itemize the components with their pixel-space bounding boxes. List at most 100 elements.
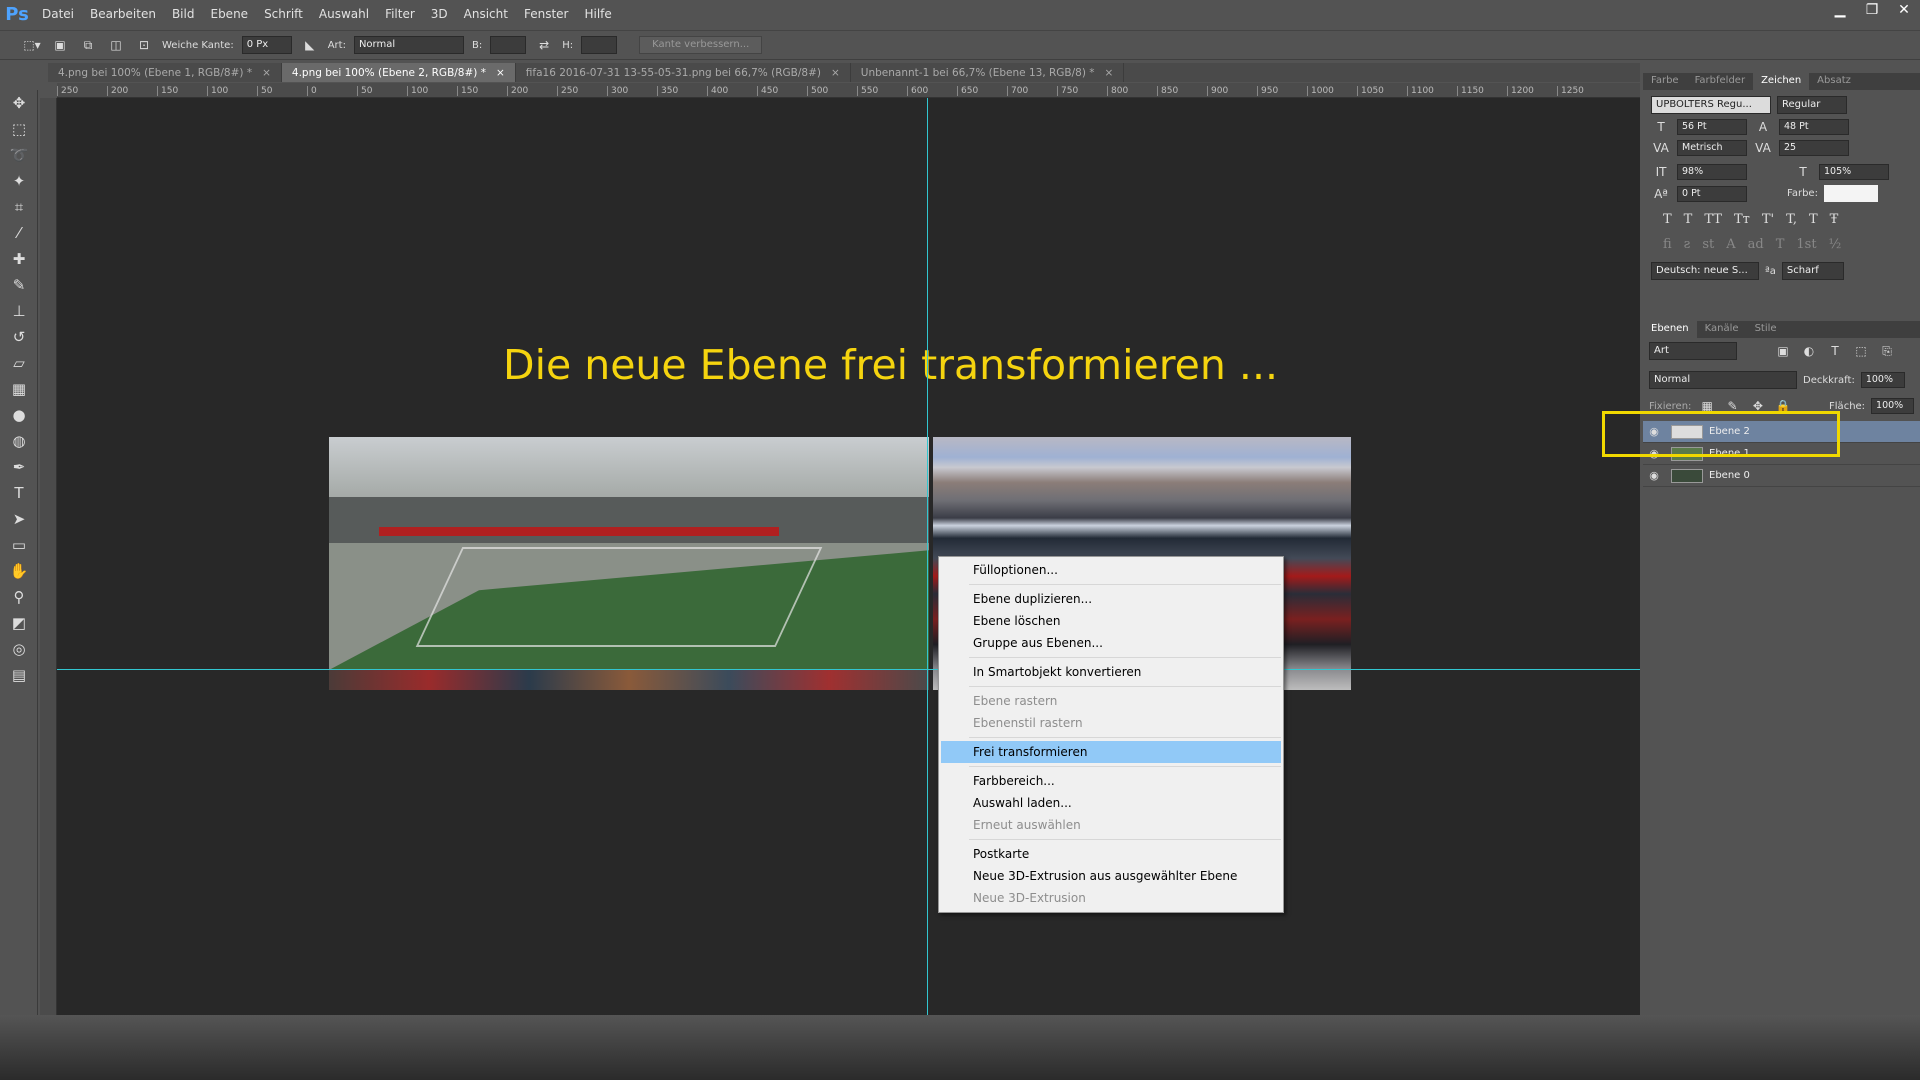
tab-doc-4[interactable]: Unbenannt-1 bei 66,7% (Ebene 13, RGB/8) … [851,63,1125,82]
subscript-button[interactable]: T, [1786,212,1797,227]
superscript-button[interactable]: T' [1762,212,1774,227]
language-select[interactable]: Deutsch: neue S... [1651,262,1759,280]
screen-mode-icon[interactable]: ▤ [0,662,38,688]
text-color-swatch[interactable] [1823,185,1878,202]
brush-tool-icon[interactable]: ✎ [0,272,38,298]
all-caps-button[interactable]: TT [1704,212,1722,227]
magic-wand-icon[interactable]: ✦ [0,168,38,194]
context-menu-item[interactable]: Neue 3D-Extrusion aus ausgewählter Ebene [939,865,1283,887]
shape-tool-icon[interactable]: ▭ [0,532,38,558]
menu-fenster[interactable]: Fenster [516,0,577,28]
feather-input[interactable]: 0 Px [241,36,292,54]
history-brush-icon[interactable]: ↺ [0,324,38,350]
fill-field[interactable]: 100% [1871,398,1915,414]
faux-bold-button[interactable]: T [1663,212,1672,227]
add-selection-icon[interactable]: ⧉ [78,38,98,53]
tab-stile[interactable]: Stile [1747,321,1785,338]
filter-shape-icon[interactable]: ⬚ [1851,344,1871,358]
color-swatches-icon[interactable]: ◩ [0,610,38,636]
anti-alias-select[interactable]: Scharf [1781,262,1844,280]
ornaments-button[interactable]: T [1776,237,1785,252]
filter-type-icon[interactable]: T [1825,344,1845,358]
context-menu-item[interactable]: Frei transformieren [941,741,1281,763]
font-size-field[interactable]: 56 Pt [1677,119,1747,135]
tab-doc-3[interactable]: fifa16 2016-07-31 13-55-05-31.png bei 66… [516,63,851,82]
tracking-field[interactable]: 25 [1779,140,1849,156]
close-icon[interactable]: ✕ [1888,0,1920,20]
context-menu-item[interactable]: Farbbereich... [939,770,1283,792]
filter-adjustment-icon[interactable]: ◐ [1799,344,1819,358]
font-style-select[interactable]: Regular [1777,96,1847,114]
new-selection-icon[interactable]: ▣ [50,38,70,52]
stamp-tool-icon[interactable]: ⊥ [0,298,38,324]
kerning-field[interactable]: Metrisch [1677,140,1747,156]
marquee-tool-preset-icon[interactable]: ⬚▾ [22,38,42,52]
menu-bearbeiten[interactable]: Bearbeiten [82,0,164,28]
visibility-eye-icon[interactable]: ◉ [1643,469,1665,482]
tab-kanaele[interactable]: Kanäle [1697,321,1747,338]
close-icon[interactable]: × [1105,67,1114,79]
dodge-tool-icon[interactable]: ◍ [0,428,38,454]
ordinals-button[interactable]: 1st [1796,237,1816,252]
strikethrough-button[interactable]: Ŧ [1830,212,1839,227]
context-menu-item[interactable]: Fülloptionen... [939,559,1283,581]
filter-smart-object-icon[interactable]: ⎘ [1877,344,1897,359]
titling-alternates-button[interactable]: ad [1748,237,1764,252]
context-menu-item[interactable]: Ebene duplizieren... [939,588,1283,610]
context-menu-item[interactable]: In Smartobjekt konvertieren [939,661,1283,683]
swash-button[interactable]: st [1702,237,1714,252]
width-input[interactable] [490,36,527,54]
tab-farbe[interactable]: Farbe [1643,73,1687,90]
vertical-scale-field[interactable]: 98% [1677,164,1747,180]
document-canvas[interactable]: Die neue Ebene frei transformieren ... [57,98,1640,1015]
path-selection-icon[interactable]: ➤ [0,506,38,532]
intersect-selection-icon[interactable]: ⊡ [134,38,154,52]
height-input[interactable] [581,36,618,54]
tab-ebenen[interactable]: Ebenen [1643,321,1697,338]
underline-button[interactable]: T [1809,212,1818,227]
ligatures-button[interactable]: fi [1663,237,1672,252]
baseline-shift-field[interactable]: 0 Pt [1677,185,1747,202]
menu-ansicht[interactable]: Ansicht [456,0,516,28]
refine-edge-button[interactable]: Kante verbessern... [639,36,763,54]
menu-hilfe[interactable]: Hilfe [576,0,619,28]
style-select[interactable]: Normal [353,36,464,54]
layer-row[interactable]: ◉ Ebene 0 [1643,465,1920,487]
eyedropper-icon[interactable]: ⁄ [0,220,38,246]
layer-name[interactable]: Ebene 0 [1709,470,1750,481]
lasso-tool-icon[interactable]: ➰ [0,142,38,168]
ruler-horizontal[interactable]: 250 200 150 100 50 0 50 100 150 200 250 300 350 400 45… [57,83,1640,98]
swap-icon[interactable]: ⇄ [534,38,554,52]
tab-absatz[interactable]: Absatz [1809,73,1859,90]
gradient-tool-icon[interactable]: ▦ [0,376,38,402]
close-icon[interactable]: × [496,67,505,79]
menu-bild[interactable]: Bild [164,0,203,28]
healing-brush-icon[interactable]: ✚ [0,246,38,272]
hand-tool-icon[interactable]: ✋ [0,558,38,584]
vertical-guide[interactable] [927,98,928,1015]
close-icon[interactable]: × [262,67,271,79]
menu-ebene[interactable]: Ebene [202,0,256,28]
subtract-selection-icon[interactable]: ◫ [106,38,126,52]
context-menu-item[interactable]: Postkarte [939,843,1283,865]
discretionary-ligatures-button[interactable]: ƨ [1684,237,1691,252]
tab-doc-2[interactable]: 4.png bei 100% (Ebene 2, RGB/8#) * × [281,63,516,82]
layer-filter-select[interactable]: Art [1649,342,1737,360]
type-tool-icon[interactable]: T [0,480,38,506]
blend-mode-select[interactable]: Normal [1649,371,1797,389]
faux-italic-button[interactable]: T [1684,212,1693,227]
eraser-tool-icon[interactable]: ▱ [0,350,38,376]
tab-doc-1[interactable]: 4.png bei 100% (Ebene 1, RGB/8#) * × [48,63,282,82]
filter-pixel-icon[interactable]: ▣ [1773,344,1793,358]
horizontal-scale-field[interactable]: 105% [1819,164,1889,180]
close-icon[interactable]: × [831,67,840,79]
minimize-icon[interactable]: ▁ [1824,0,1856,20]
menu-auswahl[interactable]: Auswahl [311,0,377,28]
quick-mask-icon[interactable]: ◎ [0,636,38,662]
leading-field[interactable]: 48 Pt [1779,119,1849,135]
pen-tool-icon[interactable]: ✒ [0,454,38,480]
fractions-button[interactable]: ½ [1829,237,1842,252]
context-menu-item[interactable]: Gruppe aus Ebenen... [939,632,1283,654]
tab-zeichen[interactable]: Zeichen [1753,73,1810,90]
menu-3d[interactable]: 3D [423,0,456,28]
